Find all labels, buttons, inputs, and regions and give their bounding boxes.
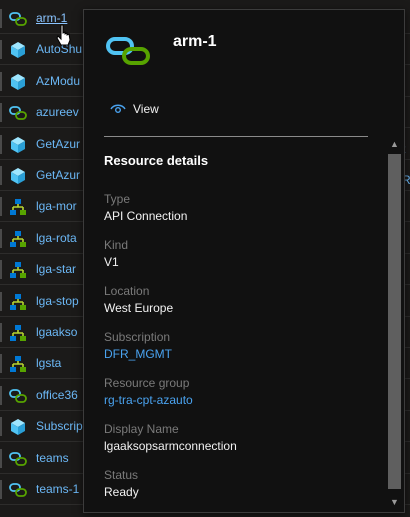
list-item-label[interactable]: GetAzur xyxy=(36,168,80,182)
list-item-label[interactable]: lgsta xyxy=(36,356,61,370)
list-item-label[interactable]: office36 xyxy=(36,388,78,402)
list-item-label[interactable]: lgaakso xyxy=(36,325,77,339)
row-edge xyxy=(0,260,2,280)
logic-app-icon xyxy=(9,293,27,311)
cube-icon xyxy=(9,73,27,91)
view-label: View xyxy=(133,102,159,116)
row-edge xyxy=(0,166,2,185)
resource-group-link[interactable]: rg-tra-cpt-azauto xyxy=(104,393,193,407)
field-value-status: Ready xyxy=(104,485,139,499)
cube-icon xyxy=(9,41,27,59)
cube-icon xyxy=(9,136,27,154)
list-item-label[interactable]: AzModu xyxy=(36,74,80,88)
list-item-label[interactable]: teams-1 xyxy=(36,482,79,496)
logic-app-icon xyxy=(9,355,27,373)
field-label-type: Type xyxy=(104,192,131,206)
api-connection-icon xyxy=(9,387,27,405)
mouse-cursor-hand-icon xyxy=(56,24,71,46)
row-edge xyxy=(0,134,2,154)
field-value-kind: V1 xyxy=(104,255,119,269)
divider xyxy=(104,136,368,137)
row-edge xyxy=(0,417,2,437)
field-label-resource-group: Resource group xyxy=(104,376,190,390)
row-edge xyxy=(0,71,2,91)
api-connection-icon xyxy=(9,104,27,122)
scroll-up-arrow[interactable]: ▲ xyxy=(388,138,401,150)
row-edge xyxy=(0,385,2,405)
field-label-status: Status xyxy=(104,468,139,482)
row-edge xyxy=(0,40,2,60)
view-button[interactable]: View xyxy=(110,100,159,118)
field-label-location: Location xyxy=(104,284,150,298)
scrollbar-thumb[interactable] xyxy=(388,154,401,489)
list-item-label[interactable]: azureev xyxy=(36,105,79,119)
list-item-label[interactable]: teams xyxy=(36,451,69,465)
row-edge xyxy=(0,9,2,28)
field-label-display-name: Display Name xyxy=(104,422,179,436)
row-edge xyxy=(0,291,2,311)
logic-app-icon xyxy=(9,198,27,216)
cube-icon xyxy=(9,418,27,436)
list-item-label[interactable]: lga-stop xyxy=(36,294,79,308)
row-edge xyxy=(0,228,2,248)
list-item-label[interactable]: GetAzur xyxy=(36,137,80,151)
cube-icon xyxy=(9,167,27,185)
field-value-type: API Connection xyxy=(104,209,188,223)
scroll-down-arrow[interactable]: ▼ xyxy=(388,496,401,508)
field-label-kind: Kind xyxy=(104,238,129,252)
row-edge xyxy=(0,197,2,217)
row-edge xyxy=(0,323,2,342)
field-value-display-name: lgaaksopsarmconnection xyxy=(104,439,237,453)
row-edge xyxy=(0,354,2,374)
resource-tooltip-card: arm-1 View Resource details Type API Con… xyxy=(83,9,405,513)
list-item-label[interactable]: lga-mor xyxy=(36,199,77,213)
section-title: Resource details xyxy=(104,153,209,168)
logic-app-icon xyxy=(9,324,27,342)
list-item-label[interactable]: lga-star xyxy=(36,262,76,276)
list-item-label[interactable]: Subscrip xyxy=(36,419,83,433)
api-connection-icon xyxy=(9,10,27,28)
logic-app-icon xyxy=(9,230,27,248)
field-value-location: West Europe xyxy=(104,301,174,315)
field-label-subscription: Subscription xyxy=(104,330,171,344)
list-item-label[interactable]: arm-1 xyxy=(36,11,67,25)
row-edge xyxy=(0,448,2,468)
api-connection-icon xyxy=(9,450,27,468)
api-connection-icon xyxy=(106,37,150,65)
subscription-link[interactable]: DFR_MGMT xyxy=(104,347,172,361)
eye-icon xyxy=(110,104,126,113)
row-edge xyxy=(0,103,2,123)
card-title: arm-1 xyxy=(173,33,217,50)
list-item-label[interactable]: lga-rota xyxy=(36,231,77,245)
api-connection-icon xyxy=(9,481,27,499)
row-edge xyxy=(0,480,2,499)
logic-app-icon xyxy=(9,261,27,279)
